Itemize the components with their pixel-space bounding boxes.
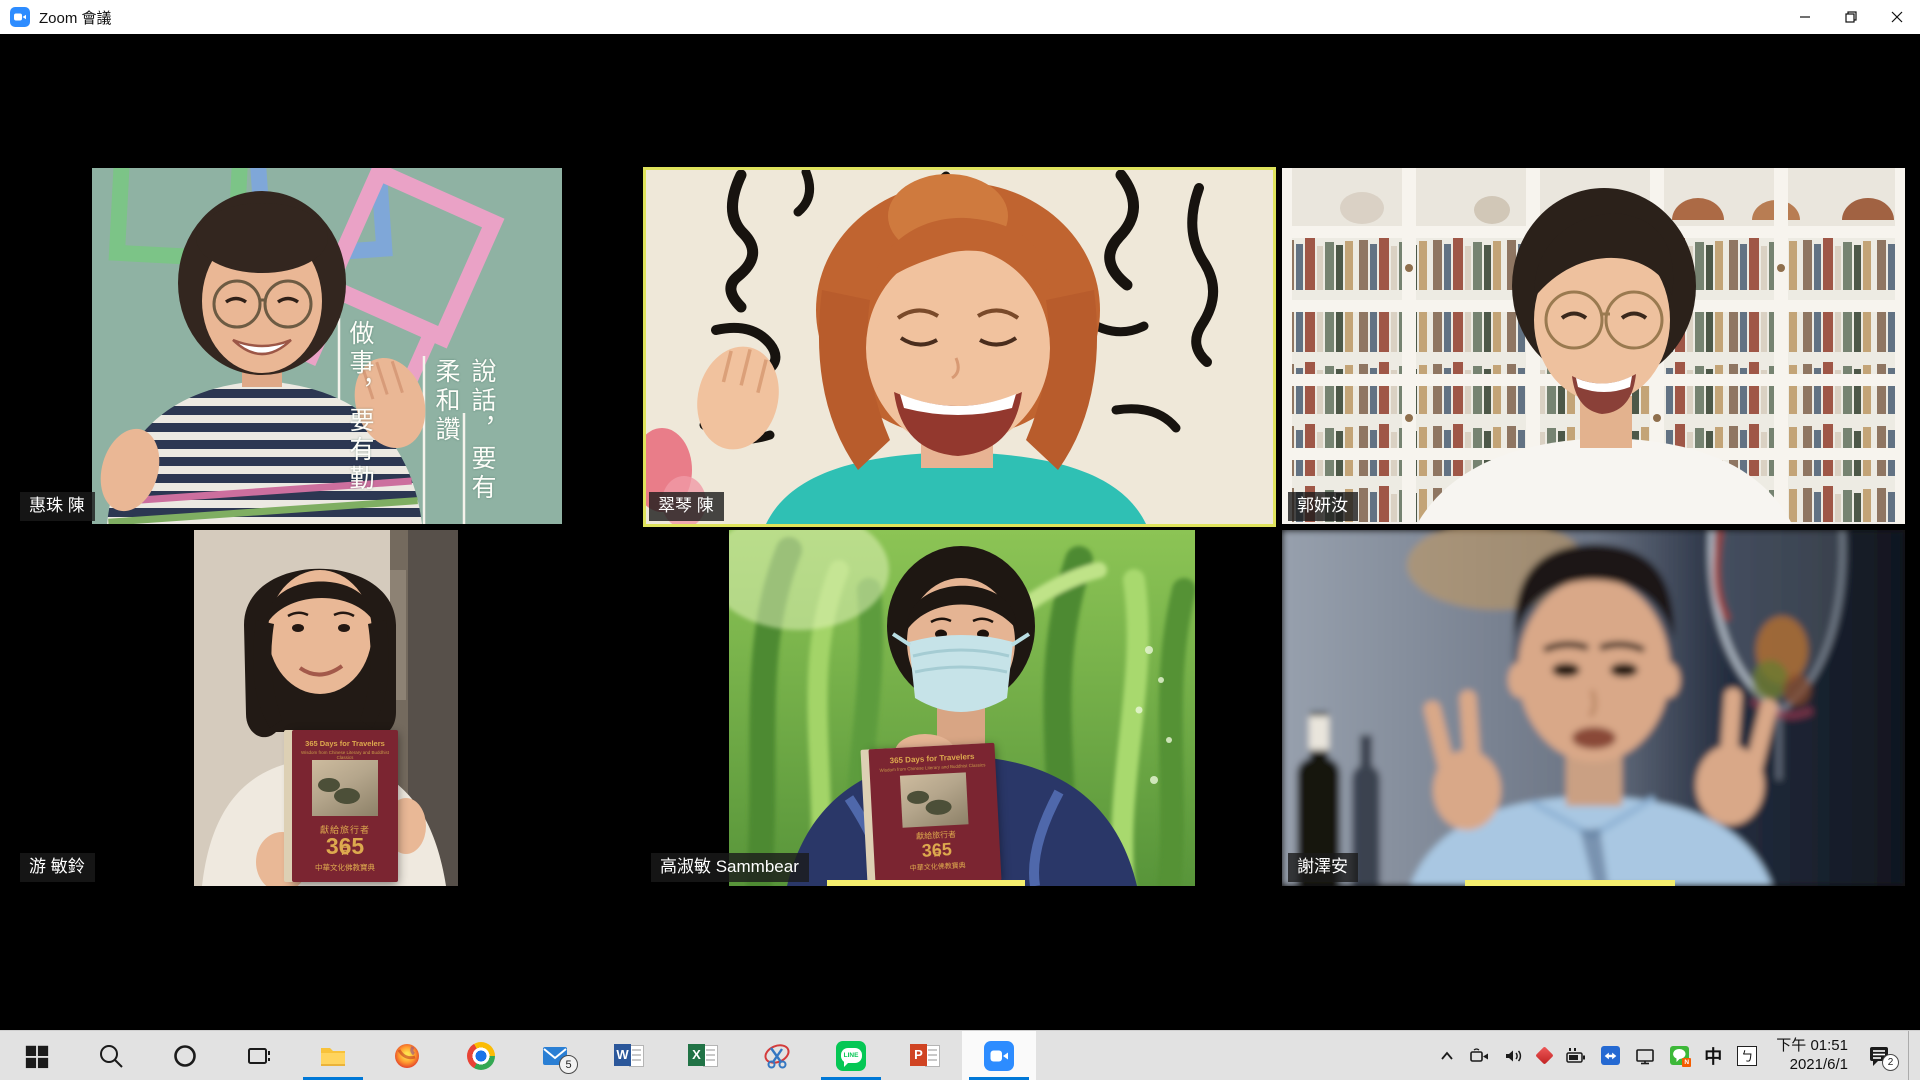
word-icon: W <box>614 1042 644 1070</box>
video-tile-participant-2-active-speaker[interactable] <box>643 167 1276 527</box>
search-button[interactable] <box>74 1031 148 1080</box>
book-cover-art <box>900 772 969 827</box>
task-view-button[interactable] <box>222 1031 296 1080</box>
cortana-button[interactable] <box>148 1031 222 1080</box>
face-mask <box>909 635 1013 712</box>
book-cover-art <box>312 760 378 816</box>
windows-taskbar: 5 W X <box>0 1030 1920 1080</box>
restore-icon <box>1845 11 1857 23</box>
clock-time: 下午 01:51 <box>1776 1037 1848 1056</box>
gallery-view: 做事，要有勤 說話，要有柔和讚 <box>0 34 1920 1030</box>
window-controls <box>1782 0 1920 34</box>
zoom-app-icon <box>10 7 30 27</box>
chrome-icon <box>467 1042 495 1070</box>
titlebar: Zoom 會議 <box>0 0 1920 34</box>
window-title: Zoom 會議 <box>39 7 112 28</box>
taskbar-apps: 5 W X <box>0 1031 1036 1080</box>
kkbox-diamond-icon[interactable] <box>1538 1049 1551 1062</box>
poster-text-column: 做事，要有勤 <box>342 320 378 494</box>
volume-icon[interactable] <box>1504 1048 1523 1064</box>
show-desktop-button[interactable] <box>1908 1031 1916 1080</box>
snipping-tool-button[interactable] <box>740 1031 814 1080</box>
book-number: 365日 <box>292 833 398 860</box>
video-camera-icon <box>13 10 27 24</box>
action-center-button[interactable]: 2 <box>1867 1044 1893 1068</box>
ime-zhuyin-key[interactable]: ㄅ <box>1737 1046 1757 1066</box>
teamviewer-icon[interactable] <box>1601 1046 1620 1065</box>
active-audio-bar <box>827 880 1025 886</box>
book-title: 365 Days for Travelers <box>292 739 398 748</box>
restore-button[interactable] <box>1828 0 1874 34</box>
excel-icon: X <box>688 1042 718 1070</box>
video-tile-participant-5[interactable]: 365 Days for Travelers Wisdom from Chine… <box>729 530 1195 886</box>
close-button[interactable] <box>1874 0 1920 34</box>
ime-language-mode[interactable]: 中 <box>1704 1043 1722 1069</box>
zoom-meeting-window: Zoom 會議 <box>0 0 1920 1080</box>
participant-name-label: 惠珠 陳 <box>20 492 95 521</box>
participant-name-label: 謝澤安 <box>1288 853 1358 882</box>
task-view-icon <box>245 1042 273 1070</box>
start-button[interactable] <box>0 1031 74 1080</box>
camera-in-use-icon[interactable] <box>1470 1048 1489 1064</box>
excel-button[interactable]: X <box>666 1031 740 1080</box>
participant-video <box>1282 168 1905 524</box>
participant-name-label: 高淑敏 Sammbear <box>651 853 809 882</box>
taskbar-clock[interactable]: 下午 01:51 2021/6/1 <box>1772 1037 1852 1075</box>
naver-chat-icon[interactable]: N <box>1670 1046 1689 1065</box>
video-tile-participant-4[interactable]: 365 Days for Travelers Wisdom from Chine… <box>194 530 458 886</box>
zoom-taskbar-button[interactable] <box>962 1031 1036 1080</box>
participant-name-label: 郭妍汝 <box>1288 492 1358 521</box>
book-365-days-for-travelers: 365 Days for Travelers Wisdom from Chine… <box>868 743 1001 886</box>
powerpoint-button[interactable]: P <box>888 1031 962 1080</box>
hidden-icons-chevron[interactable] <box>1439 1049 1455 1063</box>
book-365-days-for-travelers: 365 Days for Travelers Wisdom from Chine… <box>292 730 398 882</box>
poster-text-column: 說話，要有柔和讚 <box>428 358 500 524</box>
windows-logo-icon <box>24 1043 50 1069</box>
word-button[interactable]: W <box>592 1031 666 1080</box>
line-icon: LINE <box>836 1041 866 1071</box>
firefox-button[interactable] <box>370 1031 444 1080</box>
clock-date: 2021/6/1 <box>1776 1056 1848 1075</box>
minimize-icon <box>1799 11 1811 23</box>
powerpoint-icon: P <box>910 1042 940 1070</box>
search-icon <box>97 1042 125 1070</box>
close-icon <box>1891 11 1903 23</box>
file-explorer-button[interactable] <box>296 1031 370 1080</box>
video-tile-participant-1[interactable]: 做事，要有勤 說話，要有柔和讚 <box>92 168 562 524</box>
mail-button[interactable]: 5 <box>518 1031 592 1080</box>
book-subtitle: 中華文化佛教寶典 <box>292 862 398 873</box>
participant-video <box>646 170 1273 524</box>
participant-name-label: 游 敏鈴 <box>20 853 95 882</box>
participant-name-label: 翠琴 陳 <box>649 492 724 521</box>
mail-unread-badge: 5 <box>559 1055 578 1074</box>
system-tray: N 中 ㄅ 下午 01:51 2021/6/1 <box>1439 1031 1920 1080</box>
book-tagline: Wisdom from Chinese Literary and Buddhis… <box>292 750 398 760</box>
video-tile-participant-6[interactable] <box>1282 530 1905 886</box>
participant-video <box>1282 530 1905 886</box>
snipping-tool-icon <box>762 1042 792 1070</box>
notification-count-badge: 2 <box>1882 1054 1899 1071</box>
display-project-icon[interactable] <box>1635 1047 1655 1065</box>
minimize-button[interactable] <box>1782 0 1828 34</box>
file-explorer-icon <box>318 1042 348 1070</box>
battery-charging-icon[interactable] <box>1566 1047 1586 1065</box>
cortana-icon <box>171 1042 199 1070</box>
zoom-icon <box>984 1041 1014 1071</box>
chrome-button[interactable] <box>444 1031 518 1080</box>
firefox-icon <box>393 1042 421 1070</box>
video-tile-participant-3[interactable] <box>1282 168 1905 524</box>
active-audio-bar <box>1465 880 1675 886</box>
line-button[interactable]: LINE <box>814 1031 888 1080</box>
